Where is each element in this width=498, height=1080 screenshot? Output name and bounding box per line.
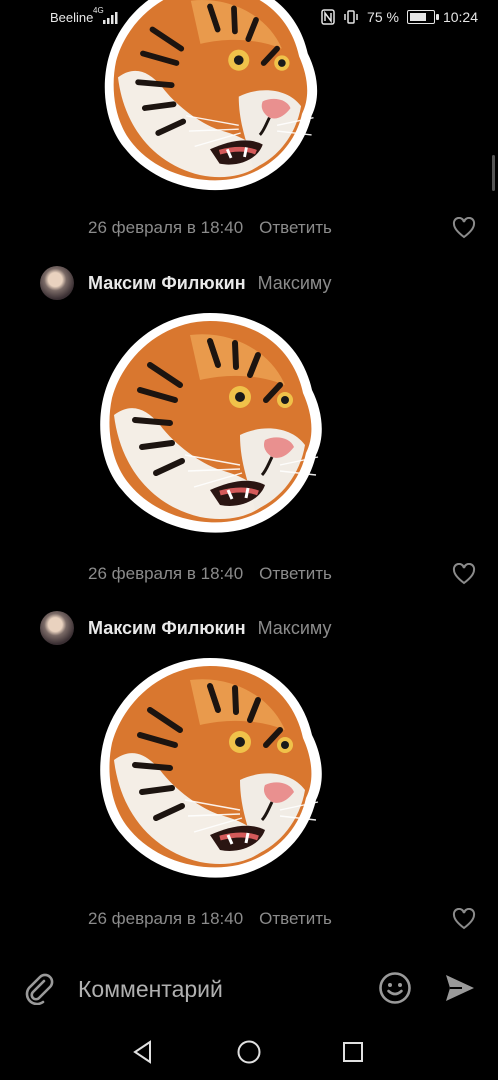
tiger-sticker[interactable] bbox=[90, 305, 330, 545]
carrier-name: Beeline bbox=[50, 10, 94, 25]
comment-meta: 26 февраля в 18:40 Ответить bbox=[88, 909, 332, 929]
comment-timestamp: 26 февраля в 18:40 bbox=[88, 564, 244, 583]
comment-meta: 26 февраля в 18:40 Ответить bbox=[88, 218, 332, 238]
comment-header: Максим Филюкин Максиму bbox=[40, 266, 332, 300]
battery-percent: 75 % bbox=[367, 9, 399, 25]
scrollbar[interactable] bbox=[492, 155, 495, 191]
paperclip-icon[interactable] bbox=[22, 971, 56, 1005]
clock: 10:24 bbox=[442, 9, 478, 25]
tiger-head-sticker-icon bbox=[90, 0, 330, 202]
send-icon[interactable] bbox=[444, 973, 476, 1003]
like-heart-icon[interactable] bbox=[452, 217, 476, 239]
battery-icon bbox=[406, 10, 439, 24]
reply-button[interactable]: Ответить bbox=[259, 909, 332, 929]
tiger-head-sticker-icon bbox=[90, 305, 330, 545]
reply-button[interactable]: Ответить bbox=[259, 564, 332, 584]
comment-timestamp: 26 февраля в 18:40 bbox=[88, 218, 244, 237]
emoji-icon[interactable] bbox=[378, 971, 412, 1005]
comment-input-bar: Комментарий bbox=[0, 955, 498, 1023]
comment-input[interactable]: Комментарий bbox=[78, 973, 358, 1005]
home-circle-icon[interactable] bbox=[236, 1039, 262, 1065]
comment-meta: 26 февраля в 18:40 Ответить bbox=[88, 564, 332, 584]
author-name[interactable]: Максим Филюкин bbox=[88, 273, 246, 294]
author-name[interactable]: Максим Филюкин bbox=[88, 618, 246, 639]
recipient-name[interactable]: Максиму bbox=[258, 618, 332, 639]
like-heart-icon[interactable] bbox=[452, 908, 476, 930]
reply-button[interactable]: Ответить bbox=[259, 218, 332, 238]
system-nav-bar bbox=[0, 1023, 498, 1080]
back-triangle-icon[interactable] bbox=[130, 1039, 156, 1065]
like-heart-icon[interactable] bbox=[452, 563, 476, 585]
vibrate-icon bbox=[344, 10, 358, 24]
comment-timestamp: 26 февраля в 18:40 bbox=[88, 909, 244, 928]
tiger-head-sticker-icon bbox=[90, 650, 330, 890]
avatar[interactable] bbox=[40, 266, 74, 300]
avatar[interactable] bbox=[40, 611, 74, 645]
tiger-sticker[interactable] bbox=[90, 650, 330, 890]
tiger-sticker[interactable] bbox=[90, 0, 330, 202]
recipient-name[interactable]: Максиму bbox=[258, 273, 332, 294]
comment-header: Максим Филюкин Максиму bbox=[40, 611, 332, 645]
recent-apps-square-icon[interactable] bbox=[340, 1039, 366, 1065]
